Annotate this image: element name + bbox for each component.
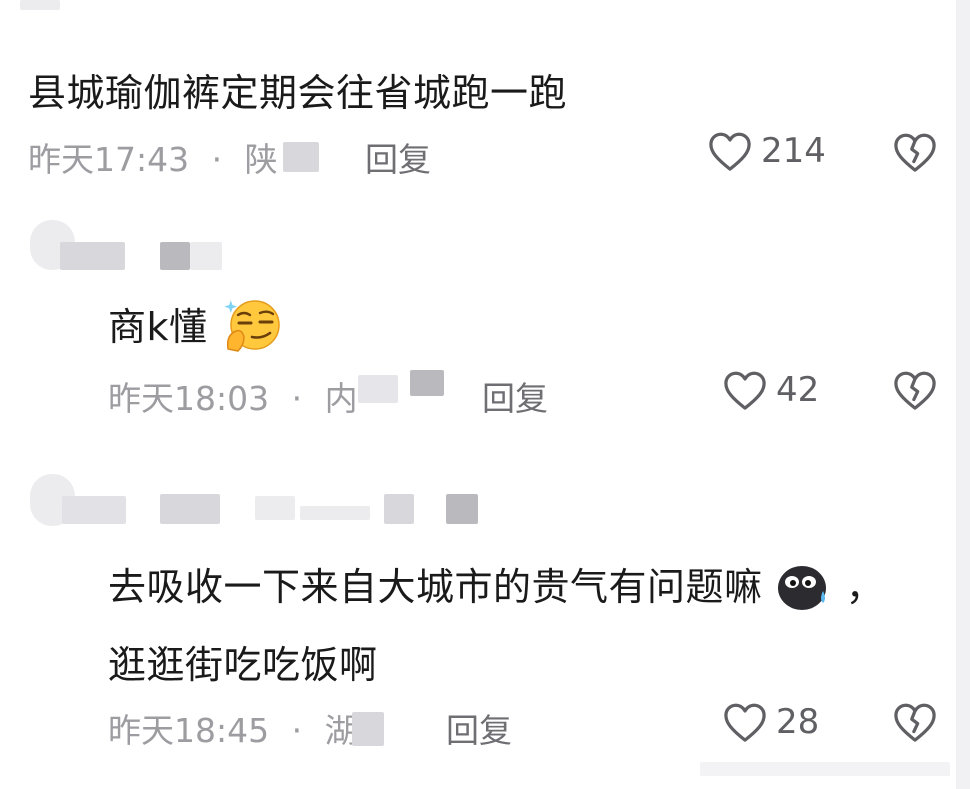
scrollbar[interactable] bbox=[956, 0, 970, 789]
location-blur bbox=[352, 712, 384, 746]
badge-blur bbox=[160, 242, 190, 270]
username-blur bbox=[62, 496, 126, 524]
comment-meta: 昨天18:03 · 内 bbox=[108, 372, 358, 420]
comment-text: 商k懂 bbox=[108, 296, 284, 355]
location-blur bbox=[358, 375, 398, 403]
sweating-black-blob-face-icon bbox=[778, 565, 827, 610]
broken-heart-outline-icon[interactable] bbox=[892, 131, 938, 173]
heart-outline-icon bbox=[709, 132, 751, 171]
reply-button[interactable]: 回复 bbox=[446, 704, 512, 752]
avatar-fragment bbox=[20, 0, 60, 10]
heart-outline-icon bbox=[724, 371, 766, 410]
like-button[interactable]: 28 bbox=[722, 701, 819, 743]
comment-text-line-2: 逛逛街吃吃饭啊 bbox=[108, 643, 378, 687]
username-blur bbox=[160, 494, 220, 524]
like-count: 28 bbox=[776, 702, 820, 742]
broken-heart-outline-icon[interactable] bbox=[892, 701, 938, 743]
meta-separator: · bbox=[211, 140, 223, 179]
smirking-face-hand-on-chin-icon bbox=[224, 299, 280, 352]
username-blur bbox=[300, 506, 370, 520]
location-blur bbox=[283, 142, 319, 172]
comment-location: 陕 bbox=[244, 140, 278, 179]
like-count: 42 bbox=[776, 370, 820, 410]
watermark bbox=[700, 762, 950, 776]
reply-button[interactable]: 回复 bbox=[482, 372, 548, 420]
broken-heart-outline-icon[interactable] bbox=[892, 369, 938, 411]
like-button[interactable]: 214 bbox=[707, 130, 826, 172]
comment-location: 内 bbox=[324, 379, 358, 418]
comment-time: 昨天17:43 bbox=[28, 140, 190, 179]
comment-meta: 昨天17:43 · 陕 bbox=[28, 133, 278, 181]
badge-blur bbox=[446, 494, 478, 524]
heart-outline-icon bbox=[724, 703, 766, 742]
meta-separator: · bbox=[291, 379, 303, 418]
badge-blur bbox=[384, 494, 414, 524]
comment-text-line-1: 去吸收一下来自大城市的贵气有问题嘛 ， bbox=[108, 556, 884, 613]
badge-blur bbox=[190, 242, 222, 270]
like-button[interactable]: 42 bbox=[722, 369, 819, 411]
reply-button[interactable]: 回复 bbox=[365, 133, 431, 181]
like-count: 214 bbox=[761, 131, 826, 171]
comment-time: 昨天18:45 bbox=[108, 711, 270, 750]
username-blur bbox=[60, 242, 125, 270]
meta-separator: · bbox=[291, 711, 303, 750]
comment-time: 昨天18:03 bbox=[108, 379, 270, 418]
username-blur bbox=[255, 496, 295, 520]
comment-meta: 昨天18:45 · 湖 bbox=[108, 704, 358, 752]
location-blur bbox=[410, 370, 444, 396]
comment-text: 县城瑜伽裤定期会往省城跑一跑 bbox=[28, 71, 568, 115]
